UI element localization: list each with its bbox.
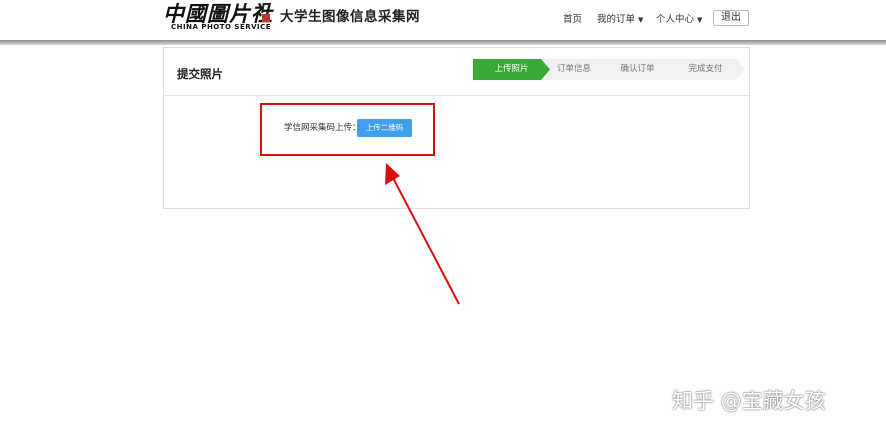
step-confirm-order: 确认订单 bbox=[600, 59, 675, 80]
caret-down-icon: ▼ bbox=[638, 16, 644, 24]
logout-button[interactable]: 退出 bbox=[713, 10, 749, 26]
nav-my-orders-menu[interactable]: 我的订单 ▼ bbox=[597, 11, 643, 25]
nav-user-center-menu[interactable]: 个人中心 ▼ bbox=[656, 11, 702, 25]
panel-divider bbox=[164, 95, 749, 96]
nav-home-link[interactable]: 首页 bbox=[563, 11, 582, 25]
annotation-highlight-box bbox=[260, 103, 435, 156]
watermark-text: 知乎 @宝藏女孩 bbox=[672, 389, 826, 413]
page-title: 提交照片 bbox=[177, 67, 223, 81]
nav-my-orders-label: 我的订单 bbox=[597, 14, 636, 25]
caret-down-icon: ▼ bbox=[697, 16, 703, 24]
progress-steps: 完成支付 确认订单 订单信息 上传照片 bbox=[473, 59, 745, 80]
site-logo[interactable]: 中國圖片社 CHINA PHOTO SERVICE bbox=[163, 0, 273, 32]
site-title: 大学生图像信息采集网 bbox=[280, 9, 420, 25]
nav-home-label: 首页 bbox=[563, 14, 583, 25]
step-complete-payment: 完成支付 bbox=[666, 59, 745, 80]
logo-seal-icon bbox=[261, 3, 271, 22]
site-header: 中國圖片社 CHINA PHOTO SERVICE 大学生图像信息采集网 首页 … bbox=[0, 0, 886, 42]
logo-english-text: CHINA PHOTO SERVICE bbox=[171, 23, 272, 31]
header-divider bbox=[0, 40, 886, 45]
submit-photo-panel: 提交照片 完成支付 确认订单 订单信息 上传照片 学信网采集码上传： 上传二维码 bbox=[163, 47, 750, 209]
nav-user-center-label: 个人中心 bbox=[656, 14, 695, 25]
step-upload-photo-active: 上传照片 bbox=[473, 59, 550, 80]
